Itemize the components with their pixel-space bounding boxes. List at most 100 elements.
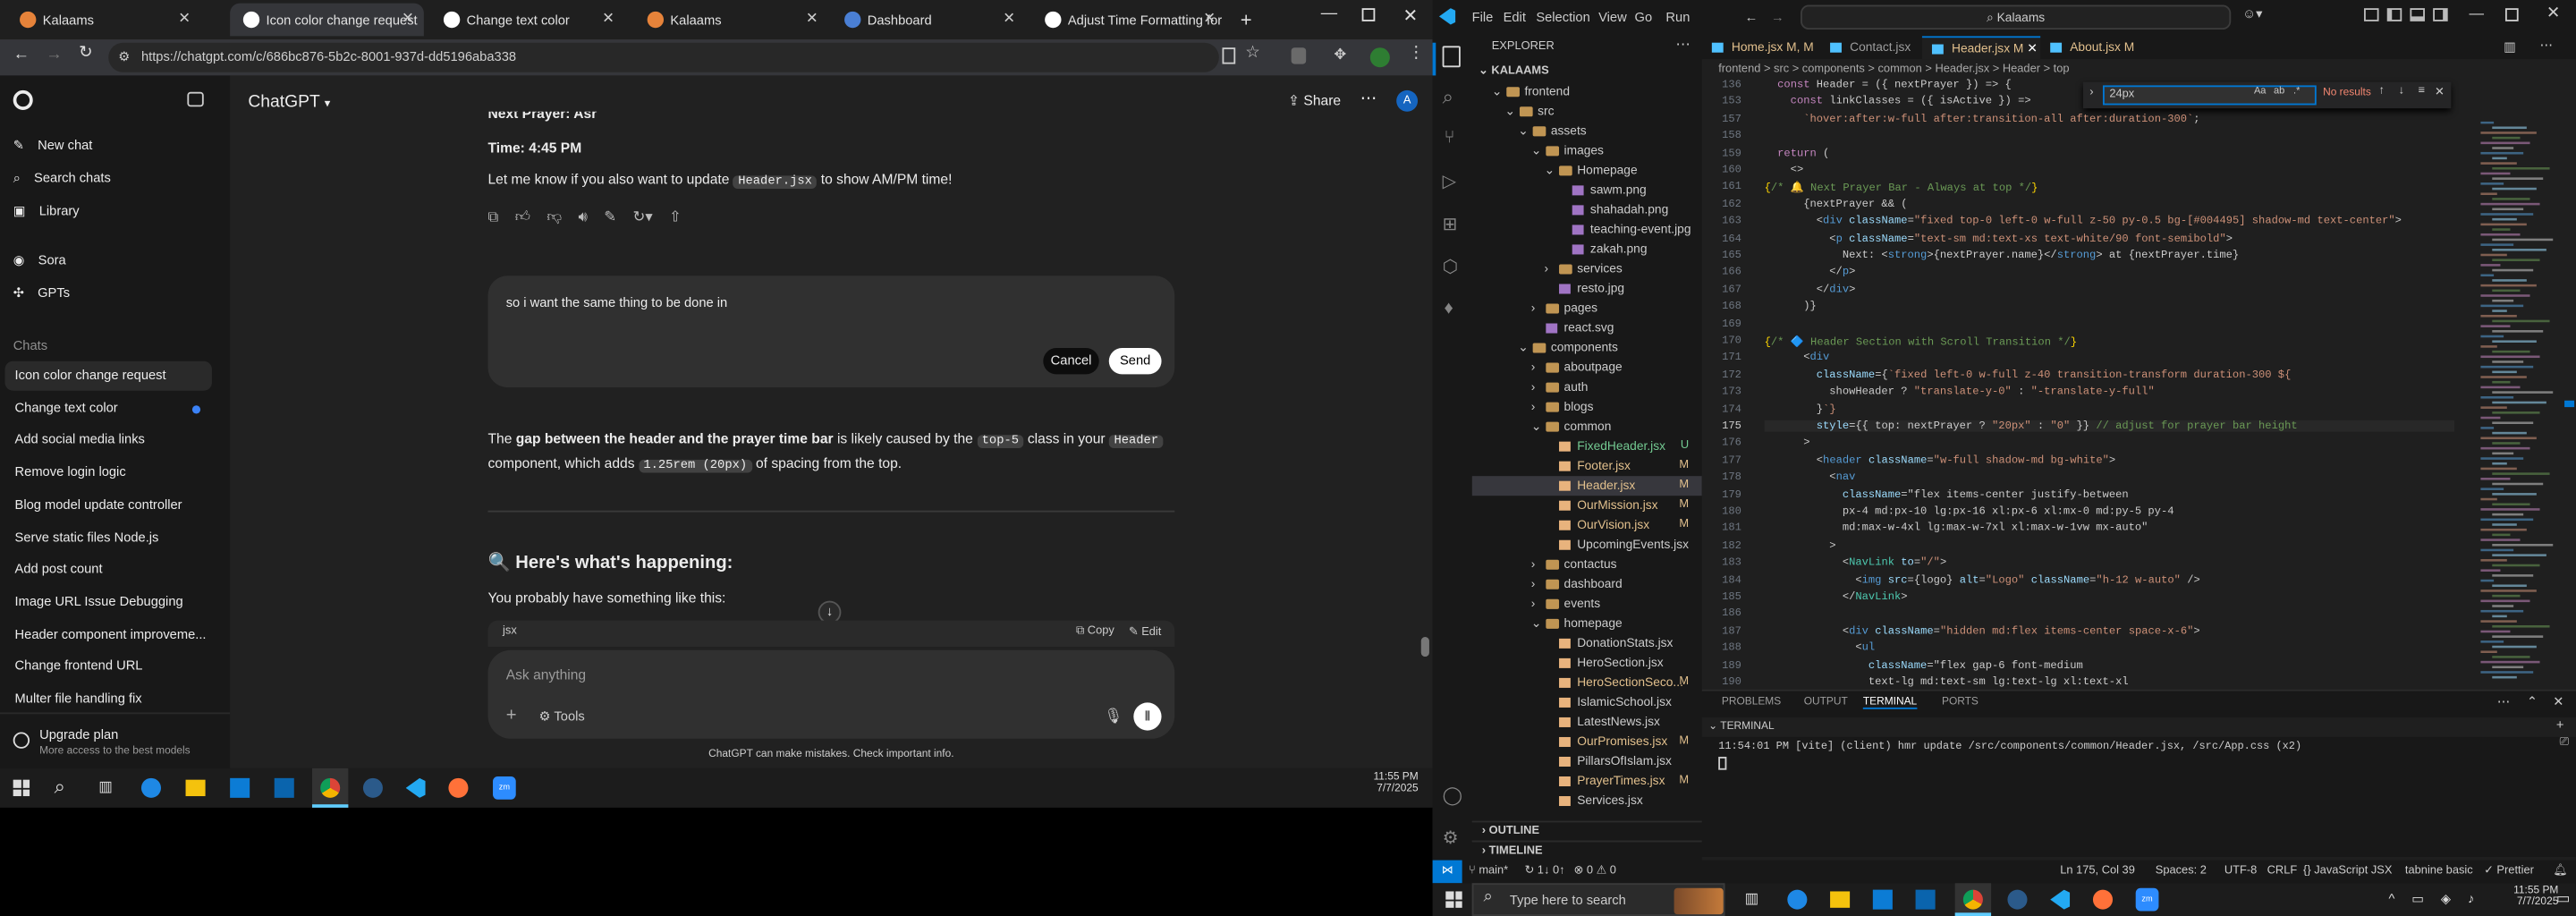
- panel-tab[interactable]: OUTPUT: [1804, 696, 1848, 708]
- chat-history-item[interactable]: Image URL Issue Debugging: [5, 588, 212, 617]
- microphone-icon[interactable]: 🎙︎: [1104, 708, 1123, 725]
- run-debug-icon[interactable]: ▷: [1443, 171, 1457, 192]
- extensions-puzzle-icon[interactable]: ✥: [1334, 46, 1346, 64]
- cancel-button[interactable]: Cancel: [1043, 348, 1099, 375]
- task-view-icon[interactable]: ▥: [1745, 890, 1759, 908]
- code-editor[interactable]: 136 const Header = ({ nextPrayer }) => {…: [1702, 79, 2458, 690]
- tree-item[interactable]: PillarsOfIslam.jsx: [1472, 751, 1702, 771]
- language-mode[interactable]: {} JavaScript JSX: [2303, 861, 2392, 884]
- chat-history-item[interactable]: Icon color change request: [4, 360, 212, 391]
- chat-history-item[interactable]: Change text color: [5, 394, 212, 423]
- edit-message-text[interactable]: so i want the same thing to be done in: [506, 295, 728, 310]
- library-button[interactable]: ▣ Library: [13, 204, 80, 219]
- menu-item[interactable]: View: [1598, 10, 1627, 25]
- editor-tab[interactable]: Home.jsx M, M: [1702, 36, 1820, 59]
- eol-status[interactable]: CRLF: [2267, 861, 2298, 884]
- edit-canvas-icon[interactable]: ✎: [604, 208, 616, 226]
- browser-tab[interactable]: Icon color change request ✕: [230, 3, 424, 37]
- tree-item[interactable]: ⌄ components: [1472, 338, 1702, 358]
- mail-icon[interactable]: [1915, 889, 1936, 910]
- mongodb-icon[interactable]: ♦: [1444, 299, 1453, 318]
- close-tab-icon[interactable]: ✕: [402, 10, 414, 28]
- bookmark-star-icon[interactable]: ☆: [1245, 45, 1259, 63]
- file-explorer-icon[interactable]: [185, 779, 206, 797]
- tree-item[interactable]: › aboutpage: [1472, 358, 1702, 377]
- tree-item[interactable]: ⌄ frontend: [1472, 82, 1702, 102]
- tree-item[interactable]: Services.jsx: [1472, 792, 1702, 811]
- tabnine-status[interactable]: tabnine basic: [2405, 861, 2473, 884]
- close-tab-icon[interactable]: ✕: [806, 10, 818, 28]
- close-tab-icon[interactable]: ✕: [2023, 41, 2038, 56]
- tree-item[interactable]: DonationStats.jsx: [1472, 633, 1702, 653]
- tree-item[interactable]: FixedHeader.jsx U: [1472, 437, 1702, 456]
- tools-button[interactable]: ⚙ Tools: [538, 709, 584, 725]
- notifications-icon[interactable]: 🔔︎: [2553, 861, 2567, 884]
- share-response-icon[interactable]: ⇧: [669, 208, 682, 226]
- model-selector[interactable]: ChatGPT ▾: [248, 92, 330, 112]
- menu-item[interactable]: Selection: [1536, 10, 1589, 25]
- new-tab-icon[interactable]: +: [1241, 8, 1252, 31]
- tree-item[interactable]: shahadah.png: [1472, 200, 1702, 220]
- reload-icon[interactable]: ↻: [79, 45, 92, 63]
- copilot-icon[interactable]: ☺▾: [2242, 6, 2262, 21]
- browser-tab[interactable]: Kalaams ✕: [634, 4, 828, 37]
- tree-item[interactable]: ⌄ homepage: [1472, 614, 1702, 633]
- search-icon[interactable]: ⌕: [1443, 85, 1453, 110]
- vscode-taskbar-icon[interactable]: [2050, 889, 2071, 910]
- edit-message-box[interactable]: so i want the same thing to be done in C…: [487, 276, 1175, 388]
- regenerate-icon[interactable]: ↻▾: [633, 208, 653, 226]
- panel-tab[interactable]: TERMINAL: [1862, 696, 1918, 709]
- layout-icon-4[interactable]: [2433, 8, 2448, 21]
- outline-section[interactable]: › OUTLINE: [1471, 820, 1702, 841]
- vscode-taskbar-icon[interactable]: [405, 777, 426, 798]
- cast-icon[interactable]: [1222, 47, 1236, 64]
- tree-item[interactable]: PrayerTimes.jsx M: [1472, 771, 1702, 791]
- panel-more-icon[interactable]: ⋯: [2497, 694, 2511, 709]
- composer[interactable]: Ask anything + ⚙ Tools 🎙︎ ⫴: [487, 649, 1175, 739]
- tree-item[interactable]: react.svg: [1472, 318, 1702, 338]
- minimize-icon[interactable]: —: [2470, 5, 2485, 21]
- sync-status[interactable]: ↻ 1↓ 0↑: [1524, 861, 1564, 884]
- new-terminal-icon[interactable]: +: [2556, 717, 2564, 733]
- tree-item[interactable]: OurMission.jsx M: [1472, 496, 1702, 515]
- editor-tab[interactable]: Contact.jsx: [1820, 36, 1922, 59]
- tree-item[interactable]: ⌄ images: [1472, 141, 1702, 161]
- send-button[interactable]: Send: [1108, 348, 1162, 375]
- tree-item[interactable]: › services: [1472, 259, 1702, 279]
- tree-item[interactable]: OurPromises.jsx M: [1472, 732, 1702, 751]
- remote-icon[interactable]: ⬡: [1443, 256, 1459, 277]
- extension-icon[interactable]: [1291, 47, 1307, 64]
- attach-plus-icon[interactable]: +: [506, 706, 517, 725]
- user-avatar[interactable]: A: [1396, 89, 1419, 112]
- thumbs-down-icon[interactable]: 👎︎: [547, 208, 562, 226]
- tree-item[interactable]: › auth: [1472, 377, 1702, 397]
- tree-item[interactable]: sawm.png: [1472, 181, 1702, 200]
- menu-item[interactable]: Go: [1635, 10, 1653, 25]
- close-tab-icon[interactable]: ✕: [178, 10, 191, 28]
- menu-item[interactable]: File: [1472, 10, 1494, 25]
- page-scrollbar[interactable]: [1420, 637, 1429, 657]
- tree-item[interactable]: HeroSectionSeco... M: [1472, 673, 1702, 692]
- sora-button[interactable]: ◉ Sora: [13, 253, 66, 268]
- zoom-icon[interactable]: zm: [2135, 887, 2159, 912]
- store-icon[interactable]: [1872, 889, 1893, 910]
- branch-status[interactable]: ⑂ main*: [1469, 861, 1508, 884]
- editor-scrollbar[interactable]: [2563, 122, 2576, 690]
- chat-history-item[interactable]: Add social media links: [5, 426, 212, 455]
- minimize-icon[interactable]: —: [1321, 5, 1337, 23]
- windows-start-icon[interactable]: [1445, 891, 1462, 908]
- tree-item[interactable]: › contactus: [1472, 555, 1702, 574]
- chat-history-item[interactable]: Blog model update controller: [5, 490, 212, 520]
- tree-item[interactable]: zakah.png: [1472, 240, 1702, 259]
- indent-status[interactable]: Spaces: 2: [2156, 861, 2207, 884]
- tree-item[interactable]: ⌄ src: [1472, 102, 1702, 122]
- layout-icon-2[interactable]: [2386, 8, 2402, 21]
- chat-history-item[interactable]: Change frontend URL: [5, 652, 212, 682]
- edge-icon[interactable]: [1787, 889, 1808, 910]
- maximize-icon[interactable]: [1361, 8, 1376, 21]
- chat-history-item[interactable]: Multer file handling fix: [5, 684, 212, 714]
- copy-icon[interactable]: ⧉: [487, 208, 498, 226]
- app-icon[interactable]: [2007, 889, 2028, 910]
- tree-item[interactable]: OurVision.jsx M: [1472, 515, 1702, 535]
- tree-item[interactable]: LatestNews.jsx: [1472, 712, 1702, 732]
